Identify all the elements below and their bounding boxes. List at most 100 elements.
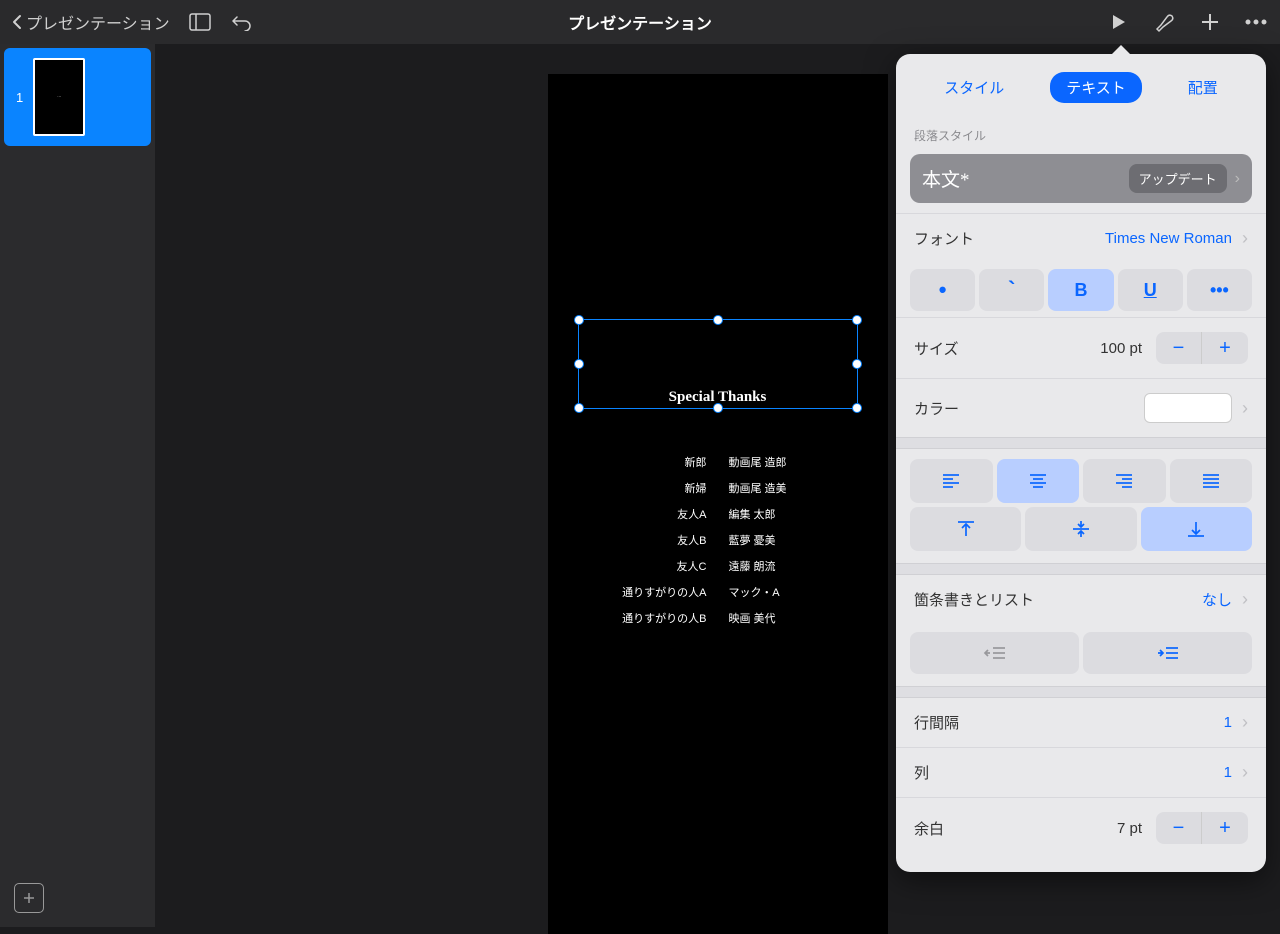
accent-style-button[interactable]: `	[979, 269, 1044, 311]
credit-name: マック・A	[729, 584, 829, 600]
font-value: Times New Roman	[1105, 230, 1232, 247]
chevron-right-icon: ›	[1242, 228, 1248, 249]
outdent-button[interactable]	[910, 632, 1079, 674]
font-style-strip: • ` B U •••	[910, 269, 1252, 311]
format-brush-icon[interactable]	[1152, 10, 1176, 34]
columns-label: 列	[914, 762, 1224, 783]
color-row[interactable]: カラー ›	[896, 378, 1266, 437]
underline-button[interactable]: U	[1118, 269, 1183, 311]
paragraph-style-row[interactable]: 本文* アップデート ›	[910, 154, 1252, 203]
resize-handle[interactable]	[574, 359, 584, 369]
font-label: フォント	[914, 228, 1105, 249]
slide-number: 1	[16, 90, 23, 105]
chevron-right-icon: ›	[1242, 712, 1248, 733]
align-left-button[interactable]	[910, 459, 993, 503]
credit-role: 新郎	[607, 454, 707, 470]
font-row[interactable]: フォント Times New Roman ›	[896, 213, 1266, 263]
slide[interactable]: Special Thanks 新郎動画尾 造郎新婦動画尾 造美友人A編集 太郎友…	[548, 74, 888, 934]
slide-thumbnail[interactable]: 1 ···	[4, 48, 151, 146]
color-label: カラー	[914, 398, 1144, 419]
size-value: 100 pt	[1100, 340, 1142, 357]
alignment-grid	[910, 459, 1252, 551]
play-icon[interactable]	[1106, 10, 1130, 34]
bullets-value: なし	[1202, 589, 1232, 610]
resize-handle[interactable]	[852, 315, 862, 325]
margin-decrement[interactable]: −	[1156, 812, 1202, 844]
credits-list[interactable]: 新郎 動画尾 造郎新婦 動画尾 造美友人A 編集 太郎友人B 藍夢 憂美友人C 遠藤 朗流…	[548, 454, 888, 636]
credit-name: 動画尾 造美	[729, 480, 829, 496]
undo-icon[interactable]	[230, 10, 254, 34]
align-right-button[interactable]	[1083, 459, 1166, 503]
size-decrement[interactable]: −	[1156, 332, 1202, 364]
special-thanks-text[interactable]: Special Thanks	[548, 389, 888, 406]
resize-handle[interactable]	[574, 315, 584, 325]
dot-style-button[interactable]: •	[910, 269, 975, 311]
credit-role: 新婦	[607, 480, 707, 496]
document-title: プレゼンテーション	[431, 10, 850, 34]
indent-row	[910, 632, 1252, 674]
align-center-button[interactable]	[997, 459, 1080, 503]
slide-sidebar: 1 ···	[0, 44, 155, 927]
columns-row[interactable]: 列 1 ›	[896, 747, 1266, 797]
credit-name: 編集 太郎	[729, 506, 829, 522]
size-row: サイズ 100 pt − +	[896, 317, 1266, 378]
thumbnail-preview: ···	[33, 58, 85, 136]
size-stepper: − +	[1156, 332, 1248, 364]
tab-style[interactable]: スタイル	[928, 72, 1020, 103]
resize-handle[interactable]	[713, 315, 723, 325]
line-spacing-label: 行間隔	[914, 712, 1224, 733]
format-inspector: スタイル テキスト 配置 段落スタイル 本文* アップデート › フォント Ti…	[896, 54, 1266, 872]
tab-arrange[interactable]: 配置	[1172, 72, 1234, 103]
credit-row: 通りすがりの人A マック・A	[548, 584, 888, 600]
valign-middle-button[interactable]	[1025, 507, 1136, 551]
line-spacing-row[interactable]: 行間隔 1 ›	[896, 698, 1266, 747]
valign-top-button[interactable]	[910, 507, 1021, 551]
credit-role: 友人C	[607, 558, 707, 574]
bold-button[interactable]: B	[1048, 269, 1113, 311]
view-icon[interactable]	[188, 10, 212, 34]
credit-name: 遠藤 朗流	[729, 558, 829, 574]
divider	[896, 437, 1266, 449]
chevron-right-icon: ›	[1242, 589, 1248, 610]
chevron-right-icon: ›	[1242, 398, 1248, 419]
resize-handle[interactable]	[852, 359, 862, 369]
divider	[896, 686, 1266, 698]
line-spacing-value: 1	[1224, 714, 1232, 731]
credit-role: 通りすがりの人B	[607, 610, 707, 626]
size-increment[interactable]: +	[1202, 332, 1248, 364]
update-button[interactable]: アップデート	[1129, 164, 1227, 193]
credit-role: 通りすがりの人A	[607, 584, 707, 600]
add-slide-button[interactable]	[14, 883, 44, 913]
size-label: サイズ	[914, 338, 1100, 359]
tab-text[interactable]: テキスト	[1050, 72, 1142, 103]
inspector-tabs: スタイル テキスト 配置	[896, 68, 1266, 117]
credit-role: 友人B	[607, 532, 707, 548]
divider	[896, 563, 1266, 575]
credit-name: 動画尾 造郎	[729, 454, 829, 470]
chevron-right-icon: ›	[1242, 762, 1248, 783]
margin-increment[interactable]: +	[1202, 812, 1248, 844]
add-icon[interactable]	[1198, 10, 1222, 34]
indent-button[interactable]	[1083, 632, 1252, 674]
credit-row: 新婦 動画尾 造美	[548, 480, 888, 496]
bullets-row[interactable]: 箇条書きとリスト なし ›	[896, 575, 1266, 624]
align-justify-button[interactable]	[1170, 459, 1253, 503]
more-styles-button[interactable]: •••	[1187, 269, 1252, 311]
margin-label: 余白	[914, 818, 1117, 839]
credit-role: 友人A	[607, 506, 707, 522]
credit-row: 友人A 編集 太郎	[548, 506, 888, 522]
color-well[interactable]	[1144, 393, 1232, 423]
credit-row: 通りすがりの人B映画 美代	[548, 610, 888, 626]
paragraph-style-name: 本文*	[922, 165, 1129, 192]
credit-row: 友人C 遠藤 朗流	[548, 558, 888, 574]
bullets-label: 箇条書きとリスト	[914, 589, 1202, 610]
chevron-right-icon: ›	[1235, 170, 1240, 188]
more-icon[interactable]	[1244, 10, 1268, 34]
valign-bottom-button[interactable]	[1141, 507, 1252, 551]
margin-row: 余白 7 pt − +	[896, 797, 1266, 858]
margin-value: 7 pt	[1117, 820, 1142, 837]
credit-name: 藍夢 憂美	[729, 532, 829, 548]
columns-value: 1	[1224, 764, 1232, 781]
margin-stepper: − +	[1156, 812, 1248, 844]
back-button[interactable]: プレゼンテーション	[12, 10, 170, 34]
